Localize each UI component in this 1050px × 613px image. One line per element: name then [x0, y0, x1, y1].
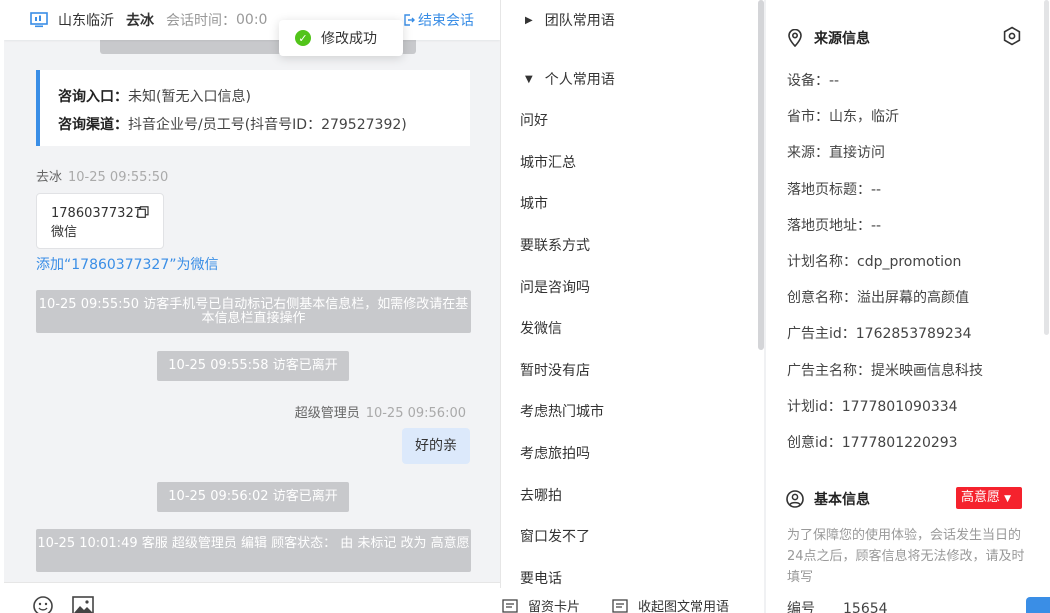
monitor-icon	[30, 12, 48, 28]
channel-value: 抖音企业号/员工号(抖音号ID：279527392)	[128, 117, 407, 133]
group-personal-phrases[interactable]: ▼ 个人常用语	[525, 69, 615, 89]
source-field: 创意id：1777801220293	[787, 435, 958, 451]
entry-label: 咨询入口：	[58, 89, 128, 105]
intent-status-dropdown[interactable]: 高意愿 ▼	[956, 487, 1022, 509]
source-field: 来源：直接访问	[787, 145, 885, 162]
phrase-item[interactable]: 问是咨询吗	[520, 277, 590, 297]
sender-name: 去冰	[36, 170, 63, 185]
success-toast: ✓ 修改成功	[279, 20, 403, 56]
phrase-item[interactable]: 城市	[520, 193, 548, 213]
check-icon: ✓	[295, 30, 311, 46]
source-field: 计划id：1777801090334	[787, 398, 958, 415]
phrase-item[interactable]: 城市汇总	[520, 152, 576, 172]
phrase-item[interactable]: 要电话	[520, 568, 562, 588]
chat-panel: 山东临沂 去冰 会话时间： 00:0 结束会话 咨询入口：未知(暂无入口信息) …	[0, 0, 500, 613]
exit-icon	[404, 14, 415, 26]
phrases-scrollbar[interactable]	[758, 0, 764, 350]
source-field: 省市：山东，临沂	[787, 109, 899, 126]
sender-name: 超级管理员	[294, 406, 360, 421]
system-message: 10-25 09:55:50 访客手机号已自动标记右侧基本信息栏，如需修改请在基…	[36, 290, 471, 333]
image-icon[interactable]	[72, 594, 94, 613]
visitor-info-panel: 来源信息 设备：-- 省市：山东，临沂 来源：直接访问 落地页标题：-- 落地页地址：-…	[766, 0, 1050, 613]
channel-row: 咨询渠道：抖音企业号/员工号(抖音号ID：279527392)	[58, 111, 470, 139]
intent-status-label: 高意愿	[961, 490, 1001, 505]
end-session-label: 结束会话	[418, 13, 474, 29]
settings-icon[interactable]	[1002, 26, 1022, 46]
phrase-item[interactable]: 窗口发不了	[520, 526, 590, 546]
source-info-title: 来源信息	[786, 28, 870, 48]
card-icon	[612, 598, 628, 613]
basic-info-title: 基本信息	[786, 489, 870, 509]
source-field: 设备：--	[787, 73, 840, 89]
number-value: 15654	[843, 601, 888, 613]
location-pin-icon	[788, 29, 802, 47]
timer-label: 会话时间：	[166, 13, 236, 29]
lead-card-label: 留资卡片	[528, 600, 581, 613]
group-label: 个人常用语	[544, 72, 615, 88]
caret-down-icon: ▼	[525, 73, 533, 85]
system-message: 10-25 09:55:58 访客已离开	[157, 351, 349, 381]
info-scrollbar[interactable]	[1044, 0, 1049, 335]
chat-toolbar	[4, 582, 500, 613]
phrase-item[interactable]: 暂时没有店	[520, 360, 590, 380]
chat-header: 山东临沂 去冰 会话时间： 00:0 结束会话	[4, 0, 500, 40]
source-field: 落地页地址：--	[787, 217, 882, 234]
channel-label: 咨询渠道：	[58, 117, 128, 133]
system-message: 10-25 10:01:49 客服 超级管理员 编辑 顾客状态： 由 未标记 改…	[36, 529, 471, 572]
copy-icon[interactable]	[137, 206, 149, 218]
collapse-label: 收起图文常用语	[638, 600, 730, 613]
phone-card: 17860377327 微信	[36, 193, 164, 249]
visitor-location: 山东临沂	[58, 13, 114, 29]
emoji-icon[interactable]	[32, 594, 54, 613]
phrases-footer: 留资卡片 收起图文常用语	[500, 588, 764, 613]
phrase-item[interactable]: 考虑旅拍吗	[520, 443, 590, 463]
end-session-button[interactable]: 结束会话	[403, 10, 474, 30]
entry-value: 未知(暂无入口信息)	[128, 89, 251, 105]
agent-message-bubble: 好的亲	[402, 428, 470, 464]
phrase-item[interactable]: 要联系方式	[520, 235, 590, 255]
entry-info-card: 咨询入口：未知(暂无入口信息) 咨询渠道：抖音企业号/员工号(抖音号ID：279…	[36, 70, 470, 146]
system-message: 10-25 09:56:02 访客已离开	[157, 482, 349, 512]
group-label: 团队常用语	[544, 13, 615, 29]
message-time: 10-25 09:55:50	[68, 170, 169, 185]
message-sender: 去冰 10-25 09:55:50	[36, 166, 168, 185]
phone-type: 微信	[51, 225, 78, 240]
source-field: 计划名称：cdp_promotion	[787, 254, 962, 270]
floating-action-button[interactable]	[1026, 597, 1050, 613]
caret-down-icon: ▼	[1004, 494, 1012, 504]
toast-text: 修改成功	[321, 31, 377, 47]
message-sender: 超级管理员 10-25 09:56:00	[295, 402, 466, 421]
phrases-panel: ▶ 团队常用语 ▼ 个人常用语 问好城市汇总城市要联系方式问是咨询吗发微信暂时没有店…	[500, 0, 764, 613]
card-icon	[502, 598, 518, 613]
entry-row: 咨询入口：未知(暂无入口信息)	[58, 83, 470, 111]
source-field: 广告主名称：提米映画信息科技	[787, 362, 983, 379]
lead-card-button[interactable]: 留资卡片	[502, 596, 580, 613]
number-label: 编号	[787, 601, 815, 613]
collapse-rich-phrases-button[interactable]: 收起图文常用语	[612, 596, 729, 613]
section-title: 基本信息	[814, 492, 870, 508]
phrase-item[interactable]: 考虑热门城市	[520, 401, 604, 421]
visitor-number: 编号 15654	[787, 598, 888, 613]
phrase-item[interactable]: 发微信	[520, 318, 562, 338]
timer-value: 00:0	[236, 12, 268, 28]
source-field: 创意名称：溢出屏幕的高颜值	[787, 290, 969, 307]
message-time: 10-25 09:56:00	[365, 406, 466, 421]
source-field: 落地页标题：--	[787, 181, 882, 198]
phrase-item[interactable]: 问好	[520, 110, 548, 130]
caret-right-icon: ▶	[525, 14, 533, 26]
user-icon	[786, 490, 804, 508]
section-title: 来源信息	[814, 31, 870, 47]
source-field: 广告主id：1762853789234	[787, 326, 972, 343]
edit-hint: 为了保障您的使用体验，会话发生当日的24点之后，顾客信息将无法修改，请及时填写	[787, 528, 1025, 585]
group-team-phrases[interactable]: ▶ 团队常用语	[525, 10, 615, 30]
visitor-name: 去冰	[126, 13, 154, 29]
add-wechat-link[interactable]: 添加“17860377327”为微信	[36, 254, 219, 274]
phrase-item[interactable]: 去哪拍	[520, 485, 562, 505]
